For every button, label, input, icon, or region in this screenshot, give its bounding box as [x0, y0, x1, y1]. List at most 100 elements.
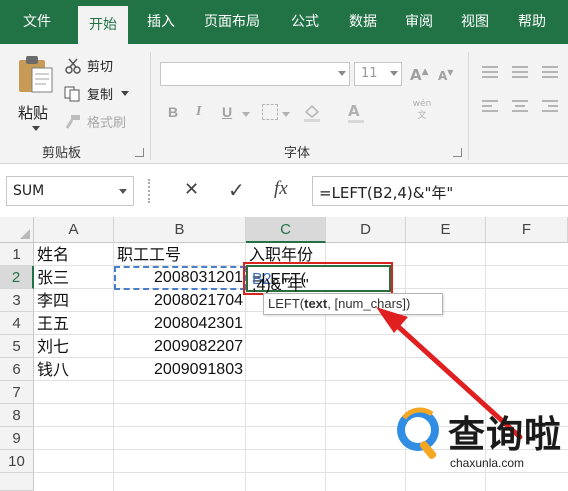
copy-icon	[64, 86, 80, 101]
font-size-value: 11	[361, 66, 378, 81]
paste-button[interactable]: 粘贴	[14, 52, 58, 136]
paste-label: 粘贴	[18, 104, 49, 122]
tab-home[interactable]: 开始	[78, 6, 128, 44]
italic-button[interactable]: I	[196, 104, 201, 120]
tab-data[interactable]: 数据	[338, 0, 388, 44]
row-header-10[interactable]: 10	[0, 450, 34, 473]
format-painter-label: 格式刷	[87, 116, 127, 131]
insert-function-icon[interactable]: fx	[274, 178, 288, 200]
grow-font-label: A	[410, 66, 422, 84]
chevron-down-icon	[338, 71, 346, 76]
tab-file[interactable]: 文件	[8, 0, 66, 44]
align-top-icon[interactable]	[482, 66, 498, 81]
clipboard-launcher-icon[interactable]	[135, 148, 144, 157]
font-color-button[interactable]: A	[348, 102, 368, 124]
reference-marquee-b2	[114, 266, 246, 290]
formula-input[interactable]: =LEFT(B2,4)&"年"	[312, 176, 568, 206]
cell-a6[interactable]: 钱八	[37, 358, 69, 381]
row-header-1[interactable]: 1	[0, 243, 34, 266]
cell-a3[interactable]: 李四	[37, 289, 69, 312]
chevron-down-icon	[390, 71, 398, 76]
cancel-icon[interactable]: ✕	[184, 179, 199, 200]
row-header-8[interactable]: 8	[0, 404, 34, 427]
cell-b5[interactable]: 2009082207	[114, 335, 243, 358]
watermark-url: chaxunla.com	[450, 456, 525, 470]
formula-bar-separator	[148, 179, 150, 203]
tab-page-layout[interactable]: 页面布局	[194, 0, 270, 44]
format-painter-button[interactable]: 格式刷	[64, 112, 126, 131]
row-header-5[interactable]: 5	[0, 335, 34, 358]
align-left-icon[interactable]	[482, 100, 498, 115]
column-header-b[interactable]: B	[114, 217, 246, 243]
cell-a5[interactable]: 刘七	[37, 335, 69, 358]
align-bottom-icon[interactable]	[542, 66, 558, 81]
watermark-text: 查询啦	[448, 413, 562, 456]
formula-text: =LEFT(B2,4)&"年"	[319, 184, 454, 202]
font-color-glyph: A	[348, 102, 360, 120]
ribbon: 粘贴 剪切 复制 格式刷 剪贴板 11 A▲ A▼ B I U A wén 文 …	[0, 44, 568, 164]
chevron-down-icon[interactable]	[282, 112, 290, 117]
row-header-11[interactable]	[0, 473, 34, 491]
cell-b3[interactable]: 2008021704	[114, 289, 243, 312]
row-header-7[interactable]: 7	[0, 381, 34, 404]
highlight-annotation-box	[243, 262, 393, 295]
align-center-icon[interactable]	[512, 100, 528, 115]
grow-font-button[interactable]: A▲	[410, 66, 429, 84]
paint-bucket-icon	[304, 104, 320, 122]
column-header-c[interactable]: C	[246, 217, 326, 243]
row-header-9[interactable]: 9	[0, 427, 34, 450]
watermark-logo: 查询啦 chaxunla.com	[390, 398, 568, 491]
phonetic-label: wén 文	[412, 99, 432, 121]
font-size-combo[interactable]: 11	[354, 62, 402, 86]
bold-button[interactable]: B	[168, 104, 178, 120]
formula-buttons: ✕ ✓ fx	[166, 176, 312, 206]
borders-button[interactable]	[262, 104, 278, 120]
cell-b4[interactable]: 2008042301	[114, 312, 243, 335]
formula-bar: SUM ✕ ✓ fx =LEFT(B2,4)&"年"	[0, 165, 568, 215]
row-header-2[interactable]: 2	[0, 266, 34, 289]
row-header-4[interactable]: 4	[0, 312, 34, 335]
cell-b6[interactable]: 2009091803	[114, 358, 243, 381]
tab-help[interactable]: 帮助	[506, 0, 558, 44]
phonetic-button[interactable]: wén 文	[410, 98, 450, 128]
chevron-down-icon	[32, 126, 40, 131]
chevron-down-icon	[119, 189, 127, 194]
enter-icon[interactable]: ✓	[228, 178, 245, 202]
cell-a1[interactable]: 姓名	[37, 243, 69, 266]
fill-color-button[interactable]	[302, 102, 322, 122]
scissors-icon	[65, 58, 81, 74]
column-header-d[interactable]: D	[326, 217, 406, 243]
tab-view[interactable]: 视图	[450, 0, 500, 44]
font-group-label: 字体	[284, 146, 311, 161]
column-header-e[interactable]: E	[406, 217, 486, 243]
copy-button[interactable]: 复制	[64, 84, 130, 103]
tab-insert[interactable]: 插入	[136, 0, 186, 44]
cell-a2[interactable]: 张三	[37, 266, 69, 289]
tab-formulas[interactable]: 公式	[280, 0, 330, 44]
shrink-font-label: A	[438, 69, 448, 83]
chevron-down-icon	[121, 91, 130, 96]
column-header-a[interactable]: A	[34, 217, 114, 243]
underline-button[interactable]: U	[222, 104, 232, 120]
name-box[interactable]: SUM	[6, 176, 134, 206]
cut-button[interactable]: 剪切	[64, 56, 113, 75]
ribbon-tab-bar: 文件 开始 插入 页面布局 公式 数据 审阅 视图 帮助	[0, 0, 568, 44]
shrink-font-button[interactable]: A▼	[438, 68, 453, 83]
cell-b1[interactable]: 职工工号	[117, 243, 181, 266]
row-header-3[interactable]: 3	[0, 289, 34, 312]
paintbrush-icon	[65, 114, 80, 129]
align-middle-icon[interactable]	[512, 66, 528, 81]
search-logo-icon	[397, 407, 439, 460]
cell-a4[interactable]: 王五	[37, 312, 69, 335]
font-name-combo[interactable]	[160, 62, 350, 86]
select-all-button[interactable]	[0, 217, 34, 243]
copy-label: 复制	[87, 88, 114, 103]
font-launcher-icon[interactable]	[453, 148, 462, 157]
function-signature-tooltip: LEFT(text, [num_chars])	[263, 293, 443, 315]
row-header-6[interactable]: 6	[0, 358, 34, 381]
column-header-f[interactable]: F	[486, 217, 568, 243]
chevron-down-icon[interactable]	[242, 112, 250, 117]
clipboard-group-label: 剪贴板	[42, 146, 82, 161]
tab-review[interactable]: 审阅	[394, 0, 444, 44]
align-right-icon[interactable]	[542, 100, 558, 115]
